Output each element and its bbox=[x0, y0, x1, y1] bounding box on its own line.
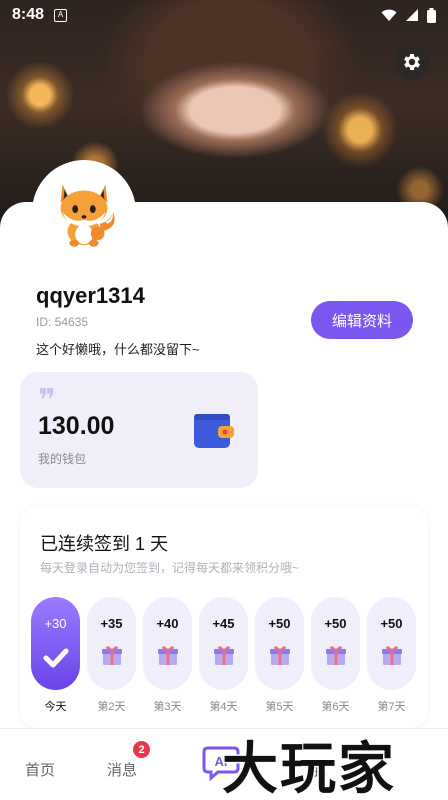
nav-home[interactable]: 首页 bbox=[25, 759, 55, 780]
wifi-icon bbox=[381, 9, 397, 21]
checkin-day[interactable]: +50 第6天 bbox=[311, 597, 360, 714]
day-points: +35 bbox=[100, 616, 123, 631]
checkmark-icon bbox=[43, 648, 68, 668]
status-time: 8:48 bbox=[12, 6, 45, 23]
gift-icon bbox=[157, 646, 178, 665]
checkin-day-pill: +50 bbox=[255, 597, 304, 690]
checkin-day[interactable]: +35 第2天 bbox=[87, 597, 136, 714]
day-label: 第3天 bbox=[153, 701, 182, 713]
nav-mine[interactable]: 我 bbox=[312, 759, 327, 780]
status-bar: 8:48 A bbox=[0, 0, 448, 30]
day-label: 第4天 bbox=[209, 701, 238, 713]
avatar[interactable] bbox=[34, 162, 134, 262]
signal-icon bbox=[406, 9, 418, 21]
day-label: 今天 bbox=[44, 701, 67, 713]
checkin-day-pill: +45 bbox=[199, 597, 248, 690]
checkin-day-pill: +50 bbox=[367, 597, 416, 690]
messages-badge: 2 bbox=[133, 741, 150, 758]
checkin-subtitle: 每天登录自动为您签到，记得每天都来领积分哦~ bbox=[40, 561, 300, 575]
checkin-day[interactable]: +40 第3天 bbox=[143, 597, 192, 714]
fox-avatar-icon bbox=[60, 184, 115, 247]
day-points: +50 bbox=[268, 616, 291, 631]
wallet-label: 我的钱包 bbox=[38, 452, 87, 466]
day-points: +45 bbox=[212, 616, 235, 631]
ai-chat-icon: AI bbox=[202, 746, 240, 782]
wallet-amount: 130.00 bbox=[38, 412, 115, 440]
user-id: ID: 54635 bbox=[36, 315, 89, 329]
gift-icon bbox=[325, 646, 346, 665]
checkin-title: 已连续签到 1 天 bbox=[40, 534, 169, 554]
checkin-day-pill: +40 bbox=[143, 597, 192, 690]
checkin-day-pill: +35 bbox=[87, 597, 136, 690]
edit-profile-button[interactable]: 编辑资料 bbox=[311, 301, 413, 339]
checkin-days: +30 今天 +35 第2天 +40 第3天 +45 第4天 +50 第5天 +… bbox=[31, 597, 416, 714]
username: qqyer1314 bbox=[36, 283, 145, 308]
day-points: +30 bbox=[44, 616, 67, 631]
user-bio: 这个好懒哦，什么都没留下~ bbox=[36, 342, 200, 357]
battery-icon bbox=[427, 7, 436, 23]
nav-ai-button[interactable]: AI bbox=[202, 745, 240, 782]
checkin-day-pill: +30 bbox=[31, 597, 80, 690]
day-points: +40 bbox=[156, 616, 179, 631]
day-points: +50 bbox=[380, 616, 403, 631]
gear-icon bbox=[404, 54, 420, 70]
checkin-day[interactable]: +50 第7天 bbox=[367, 597, 416, 714]
gift-icon bbox=[381, 646, 402, 665]
gift-icon bbox=[101, 646, 122, 665]
day-label: 第5天 bbox=[265, 701, 294, 713]
checkin-day-pill: +50 bbox=[311, 597, 360, 690]
day-label: 第6天 bbox=[321, 701, 350, 713]
settings-button[interactable] bbox=[394, 44, 430, 80]
nav-messages[interactable]: 消息 bbox=[107, 759, 137, 780]
app-notification-icon: A bbox=[54, 8, 68, 22]
checkin-card: 已连续签到 1 天 每天登录自动为您签到，记得每天都来领积分哦~ +30 今天 … bbox=[20, 506, 428, 728]
gift-icon bbox=[213, 646, 234, 665]
checkin-day[interactable]: +30 今天 bbox=[31, 597, 80, 714]
checkin-day[interactable]: +45 第4天 bbox=[199, 597, 248, 714]
ai-label: AI bbox=[215, 754, 228, 769]
day-label: 第7天 bbox=[377, 701, 406, 713]
gift-icon bbox=[269, 646, 290, 665]
wallet-card[interactable]: ❞ 130.00 我的钱包 bbox=[20, 372, 258, 488]
day-points: +50 bbox=[324, 616, 347, 631]
day-label: 第2天 bbox=[97, 701, 126, 713]
wallet-icon bbox=[194, 414, 234, 448]
checkin-day[interactable]: +50 第5天 bbox=[255, 597, 304, 714]
